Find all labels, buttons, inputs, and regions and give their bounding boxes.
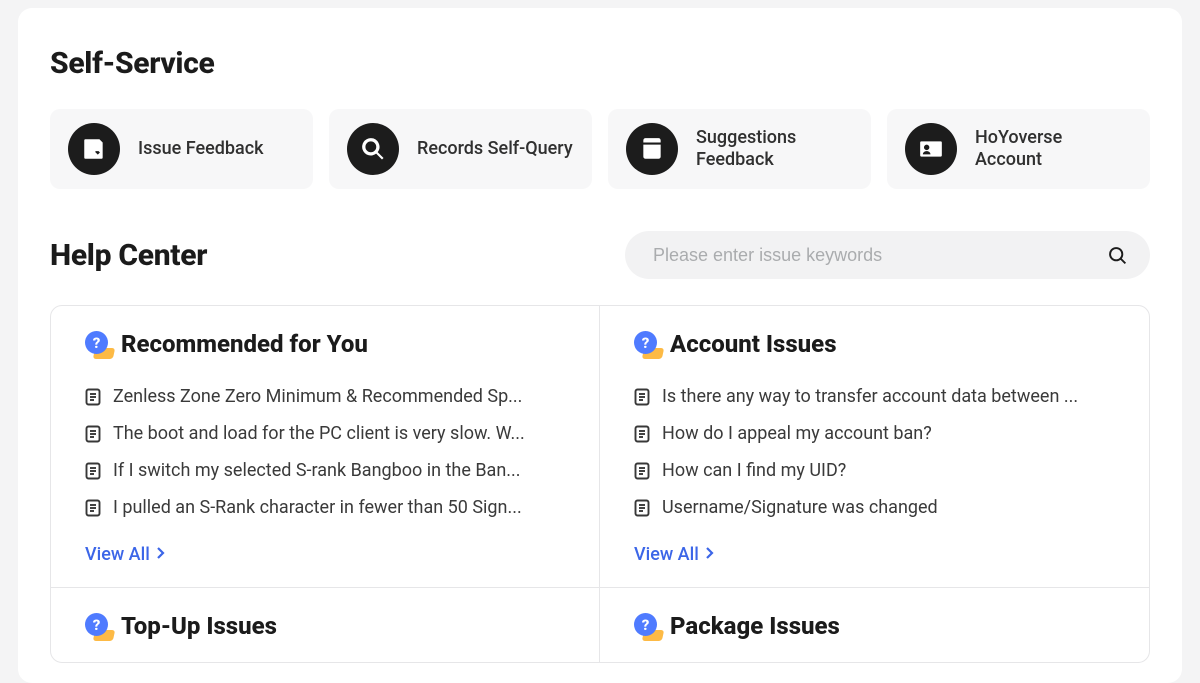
issue-item[interactable]: Username/Signature was changed xyxy=(634,489,1115,526)
document-icon xyxy=(85,462,101,480)
chevron-right-icon xyxy=(156,544,166,565)
document-icon xyxy=(85,499,101,517)
section-title: Recommended for You xyxy=(121,330,368,358)
search-submit-icon[interactable] xyxy=(1107,245,1128,266)
issue-item[interactable]: The boot and load for the PC client is v… xyxy=(85,415,565,452)
suggestions-icon xyxy=(626,123,678,175)
section-recommended: ? Recommended for You Zenless Zone Zero … xyxy=(51,306,600,588)
document-icon xyxy=(634,388,650,406)
view-all-label: View All xyxy=(634,544,699,565)
help-center-header: Help Center xyxy=(50,231,1150,279)
tile-label: HoYoverse Account xyxy=(975,127,1132,172)
issue-item[interactable]: If I switch my selected S-rank Bangboo i… xyxy=(85,452,565,489)
section-title: Package Issues xyxy=(670,612,840,640)
section-header: ? Account Issues xyxy=(634,330,1115,358)
feedback-icon xyxy=(68,123,120,175)
issue-text: If I switch my selected S-rank Bangboo i… xyxy=(113,460,521,481)
tile-issue-feedback[interactable]: Issue Feedback xyxy=(50,109,313,189)
tile-hoyoverse-account[interactable]: HoYoverse Account xyxy=(887,109,1150,189)
section-package-issues: ? Package Issues xyxy=(600,588,1149,662)
issue-item[interactable]: Is there any way to transfer account dat… xyxy=(634,378,1115,415)
tile-label: Suggestions Feedback xyxy=(696,127,853,172)
section-title: Top-Up Issues xyxy=(121,612,277,640)
question-icon: ? xyxy=(85,613,111,639)
issue-text: I pulled an S-Rank character in fewer th… xyxy=(113,497,522,518)
tile-suggestions-feedback[interactable]: Suggestions Feedback xyxy=(608,109,871,189)
question-icon: ? xyxy=(634,613,660,639)
search-icon xyxy=(347,123,399,175)
chevron-right-icon xyxy=(705,544,715,565)
self-service-title: Self-Service xyxy=(50,46,1150,81)
page-container: Self-Service Issue Feedback Records Self… xyxy=(18,8,1182,683)
section-account-issues: ? Account Issues Is there any way to tra… xyxy=(600,306,1149,588)
issue-text: The boot and load for the PC client is v… xyxy=(113,423,525,444)
issue-text: Username/Signature was changed xyxy=(662,497,938,518)
document-icon xyxy=(85,425,101,443)
issue-text: How can I find my UID? xyxy=(662,460,846,481)
issue-list: Zenless Zone Zero Minimum & Recommended … xyxy=(85,378,565,526)
view-all-link[interactable]: View All xyxy=(85,544,166,565)
document-icon xyxy=(634,425,650,443)
section-title: Account Issues xyxy=(670,330,837,358)
view-all-label: View All xyxy=(85,544,150,565)
section-header: ? Top-Up Issues xyxy=(85,612,565,640)
help-center-grid: ? Recommended for You Zenless Zone Zero … xyxy=(50,305,1150,663)
search-container[interactable] xyxy=(625,231,1150,279)
view-all-link[interactable]: View All xyxy=(634,544,715,565)
issue-item[interactable]: Zenless Zone Zero Minimum & Recommended … xyxy=(85,378,565,415)
document-icon xyxy=(85,388,101,406)
self-service-tiles: Issue Feedback Records Self-Query Sugges… xyxy=(50,109,1150,189)
section-header: ? Recommended for You xyxy=(85,330,565,358)
issue-text: Is there any way to transfer account dat… xyxy=(662,386,1078,407)
question-icon: ? xyxy=(85,331,111,357)
help-center-title: Help Center xyxy=(50,238,207,273)
issue-item[interactable]: How do I appeal my account ban? xyxy=(634,415,1115,452)
issue-list: Is there any way to transfer account dat… xyxy=(634,378,1115,526)
issue-item[interactable]: I pulled an S-Rank character in fewer th… xyxy=(85,489,565,526)
search-input[interactable] xyxy=(653,245,1107,266)
document-icon xyxy=(634,499,650,517)
tile-records-self-query[interactable]: Records Self-Query xyxy=(329,109,592,189)
tile-label: Issue Feedback xyxy=(138,138,264,161)
issue-text: Zenless Zone Zero Minimum & Recommended … xyxy=(113,386,522,407)
account-icon xyxy=(905,123,957,175)
document-icon xyxy=(634,462,650,480)
tile-label: Records Self-Query xyxy=(417,138,573,161)
section-topup-issues: ? Top-Up Issues xyxy=(51,588,600,662)
section-header: ? Package Issues xyxy=(634,612,1115,640)
issue-text: How do I appeal my account ban? xyxy=(662,423,932,444)
question-icon: ? xyxy=(634,331,660,357)
issue-item[interactable]: How can I find my UID? xyxy=(634,452,1115,489)
